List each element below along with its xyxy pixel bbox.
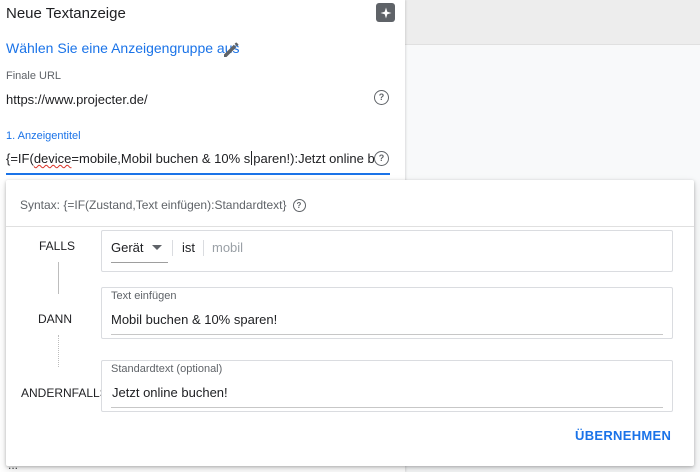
pencil-icon[interactable] — [221, 38, 243, 60]
sparkle-icon[interactable] — [376, 3, 395, 22]
help-icon[interactable]: ? — [374, 90, 389, 105]
connector-dotted-line — [58, 335, 60, 367]
if-function-popup: Syntax: {=IF(Zustand,Text einfügen):Stan… — [6, 180, 694, 466]
dropdown-arrow-icon — [151, 245, 162, 250]
else-field-label: Standardtext (optional) — [111, 363, 223, 375]
if-label: FALLS — [39, 239, 76, 253]
then-field-label: Text einfügen — [111, 290, 177, 302]
help-icon[interactable]: ? — [292, 198, 306, 212]
background-header — [405, 0, 700, 44]
headline-input[interactable]: {=IF(device=mobile,Mobil buchen & 10% sp… — [6, 151, 374, 173]
help-icon[interactable]: ? — [374, 151, 389, 166]
condition-box: Gerät ist mobil — [101, 230, 673, 272]
connector-line — [58, 262, 59, 294]
headline-focus-underline — [6, 173, 390, 175]
else-field-value: Jetzt online buchen! — [112, 385, 228, 400]
apply-button[interactable]: ÜBERNEHMEN — [575, 428, 671, 443]
device-select-value: Gerät — [111, 240, 144, 255]
else-field-underline — [111, 407, 663, 408]
else-text-box[interactable]: Standardtext (optional) Jetzt online buc… — [101, 360, 673, 412]
separator — [172, 240, 173, 256]
condition-value-input[interactable]: mobil — [212, 240, 243, 255]
then-field-value: Mobil buchen & 10% sparen! — [111, 312, 278, 327]
else-label: ANDERNFALLS — [21, 386, 108, 400]
final-url-label: Finale URL — [6, 70, 62, 82]
headline-text-middle: =mobile,Mobil buchen & 10% s — [71, 151, 251, 166]
select-adgroup-link[interactable]: Wählen Sie eine Anzeigengruppe aus — [6, 40, 240, 56]
separator — [203, 240, 204, 256]
popup-divider — [6, 226, 694, 227]
then-label: DANN — [38, 312, 73, 326]
spellcheck-error-word: device — [33, 151, 72, 166]
syntax-hint: Syntax: {=IF(Zustand,Text einfügen):Stan… — [20, 198, 306, 212]
device-select[interactable]: Gerät — [111, 240, 162, 255]
device-select-underline — [111, 262, 168, 263]
operator-label: ist — [182, 240, 195, 255]
syntax-text: Syntax: {=IF(Zustand,Text einfügen):Stan… — [20, 198, 287, 212]
final-url-field[interactable]: https://www.projecter.de/ — [6, 92, 148, 107]
sparkle-icon-glyph — [380, 7, 391, 18]
headline-label: 1. Anzeigentitel — [6, 130, 81, 142]
headline-text-start: {=IF( — [6, 151, 34, 166]
headline-text-end: paren!):Jetzt online buc — [253, 151, 374, 166]
then-field-underline — [111, 334, 663, 335]
panel-title: Neue Textanzeige — [6, 5, 126, 22]
then-text-box[interactable]: Text einfügen Mobil buchen & 10% sparen! — [101, 287, 673, 339]
